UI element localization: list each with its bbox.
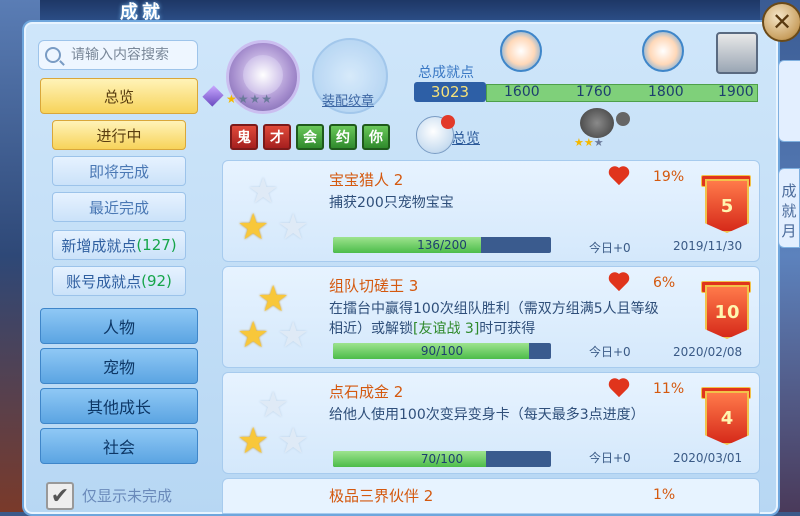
pet-avatar-icon[interactable] [580, 108, 614, 138]
nav-recently-complete[interactable]: 最近完成 [52, 192, 186, 222]
total-points-value: 3023 [414, 82, 486, 102]
progress-text: 136/200 [417, 238, 467, 252]
milestone-1800: 1800 [648, 84, 684, 100]
nav-new-points[interactable]: 新增成就点 (127) [52, 230, 186, 260]
search-icon [45, 47, 61, 63]
points-banner: 4 [705, 391, 749, 445]
achievement-desc: 捕获200只宠物宝宝 [329, 195, 454, 211]
side-tab-1[interactable] [778, 60, 800, 142]
rune-1[interactable]: 鬼 [230, 124, 258, 150]
today-progress: 今日+0 [589, 451, 631, 465]
today-progress: 今日+0 [589, 345, 631, 359]
pet-orb-icon[interactable] [416, 115, 455, 154]
reward-icon-1600[interactable] [500, 30, 542, 72]
heart-icon[interactable] [609, 273, 631, 293]
today-progress: 今日+0 [589, 241, 631, 255]
nav-category-character[interactable]: 人物 [40, 308, 198, 344]
notification-dot [441, 115, 455, 129]
equip-emblem-link[interactable]: 装配纹章 [322, 90, 374, 109]
achievement-date: 2020/03/01 [673, 451, 743, 465]
achievement-desc: 给他人使用100次变异变身卡（每天最多3点进度） [329, 407, 645, 423]
nav-in-progress[interactable]: 进行中 [52, 120, 186, 150]
close-button[interactable]: ✕ [762, 2, 800, 42]
progress-text: 90/100 [420, 344, 464, 358]
show-incomplete-label: 仅显示未完成 [82, 487, 173, 505]
achievement-desc: 在擂台中赢得100次组队胜利（需双方组满5人且等级相近）或解锁[友谊战 3]时可… [329, 301, 659, 337]
nav-nearly-complete[interactable]: 即将完成 [52, 156, 186, 186]
star-icon: ★ [257, 385, 290, 426]
nav-category-pet[interactable]: 宠物 [40, 348, 198, 384]
milestone-1600: 1600 [504, 84, 540, 100]
points-banner: 5 [705, 179, 749, 233]
reward-icon-1800[interactable] [642, 30, 684, 72]
heart-icon[interactable] [609, 167, 631, 187]
total-points-label: 总成就点 [418, 65, 474, 81]
close-icon: ✕ [771, 8, 793, 36]
star-gold-icon: ★ [237, 315, 270, 356]
achievement-name: 点石成金 2 [329, 383, 404, 401]
emblem-dragon-icon [243, 55, 283, 95]
achievement-percent: 6% [653, 275, 676, 291]
achievement-card[interactable]: ★ ★ ★ 组队切磋王 3 在擂台中赢得100次组队胜利（需双方组满5人且等级相… [222, 266, 760, 368]
star-icon: ★ [277, 207, 310, 248]
achievement-card-partial[interactable]: 极品三界伙伴 2 1% [222, 478, 760, 514]
pet-small-icon [616, 112, 630, 126]
show-incomplete-checkbox[interactable]: ✔ [46, 482, 74, 510]
nav-account-points[interactable]: 账号成就点 (92) [52, 266, 186, 296]
progress-text: 70/100 [420, 452, 464, 466]
star-gold-icon: ★ [237, 207, 270, 248]
achievement-date: 2019/11/30 [673, 239, 743, 253]
milestone-1760: 1760 [576, 84, 612, 100]
summary-link[interactable]: 总览 [452, 128, 480, 148]
achievement-date: 2020/02/08 [673, 345, 743, 359]
star-icon: ★ [247, 171, 280, 212]
achievement-percent: 19% [653, 169, 685, 185]
nav-category-social[interactable]: 社会 [40, 428, 198, 464]
rune-5[interactable]: 你 [362, 124, 390, 150]
star-icon: ★ [277, 315, 310, 356]
heart-icon[interactable] [609, 379, 631, 399]
achievement-progress-bar: 136/200 [333, 237, 551, 253]
star-icon: ★ [277, 421, 310, 462]
achievement-percent: 1% [653, 487, 676, 503]
achievement-progress-bar: 90/100 [333, 343, 551, 359]
side-tab-2[interactable]: 成就月 [778, 168, 800, 248]
star-gold-icon: ★ [257, 279, 290, 320]
achievement-name: 组队切磋王 3 [329, 277, 419, 295]
rune-2[interactable]: 才 [263, 124, 291, 150]
milestone-1900: 1900 [718, 84, 754, 100]
achievement-percent: 11% [653, 381, 685, 397]
points-banner: 10 [705, 285, 749, 339]
reward-icon-1900[interactable] [716, 32, 758, 74]
achievement-card[interactable]: ★ ★ ★ 宝宝猎人 2 捕获200只宠物宝宝 136/200 今日+0 201… [222, 160, 760, 262]
emblem-stars: ★★★★ [226, 92, 274, 106]
achievement-name: 宝宝猎人 2 [329, 171, 404, 189]
nav-category-other-growth[interactable]: 其他成长 [40, 388, 198, 424]
achievement-card[interactable]: ★ ★ ★ 点石成金 2 给他人使用100次变异变身卡（每天最多3点进度） 70… [222, 372, 760, 474]
checkmark-icon: ✔ [50, 483, 70, 509]
achievement-name: 极品三界伙伴 2 [329, 487, 434, 505]
pet-stars: ★★★ [574, 136, 604, 149]
achievement-progress-bar: 70/100 [333, 451, 551, 467]
nav-overview[interactable]: 总览 [40, 78, 198, 114]
search-input[interactable] [69, 46, 193, 64]
rune-4[interactable]: 约 [329, 124, 357, 150]
star-gold-icon: ★ [237, 421, 270, 462]
rune-3[interactable]: 会 [296, 124, 324, 150]
search-field[interactable] [38, 40, 198, 70]
